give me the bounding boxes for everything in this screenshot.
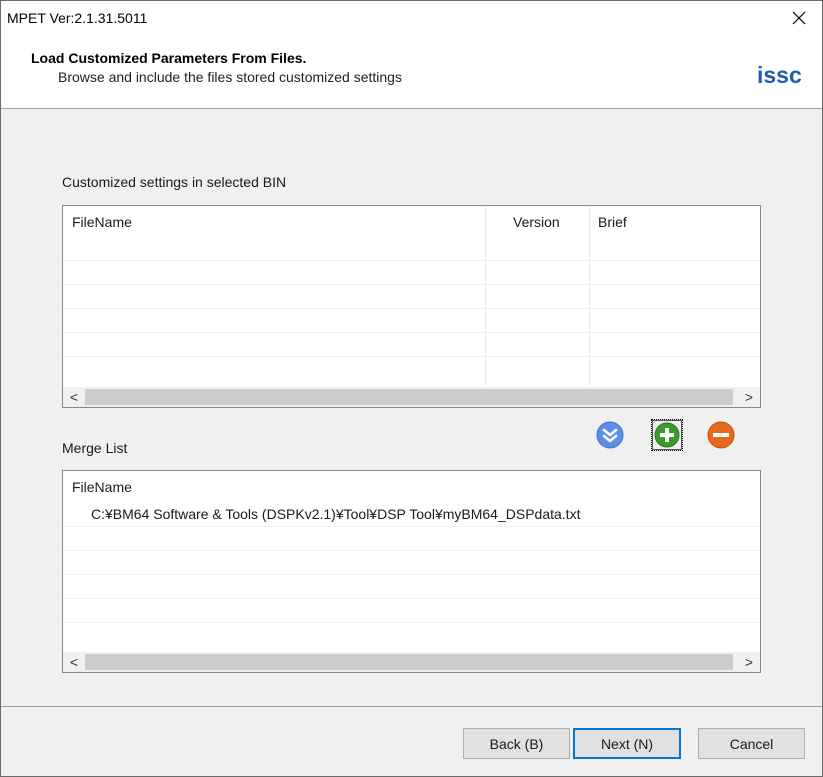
page-title: Load Customized Parameters From Files. bbox=[31, 50, 307, 66]
table-row bbox=[63, 308, 760, 332]
table-row bbox=[63, 526, 760, 550]
down-arrow-icon bbox=[596, 421, 624, 449]
scroll-right-button[interactable]: > bbox=[738, 387, 760, 407]
back-button[interactable]: Back (B) bbox=[463, 728, 570, 759]
scroll-left-button[interactable]: < bbox=[63, 652, 85, 672]
cancel-button[interactable]: Cancel bbox=[698, 728, 805, 759]
issc-logo: issc bbox=[757, 62, 802, 88]
column-header-version[interactable]: Version bbox=[504, 206, 590, 239]
scroll-thumb[interactable] bbox=[85, 389, 733, 405]
column-header-filename[interactable]: FileName bbox=[63, 206, 485, 239]
scroll-right-button[interactable]: > bbox=[738, 652, 760, 672]
table-row bbox=[63, 574, 760, 598]
list-item[interactable]: C:¥BM64 Software & Tools (DSPKv2.1)¥Tool… bbox=[63, 502, 760, 526]
horizontal-scrollbar[interactable]: < > bbox=[63, 387, 760, 407]
list-header: FileName Version Brief bbox=[63, 206, 760, 239]
add-button[interactable] bbox=[651, 419, 683, 451]
column-header-brief[interactable]: Brief bbox=[589, 206, 759, 239]
next-button[interactable]: Next (N) bbox=[573, 728, 681, 759]
wizard-header: Load Customized Parameters From Files. B… bbox=[1, 35, 822, 109]
page-subtitle: Browse and include the files stored cust… bbox=[58, 69, 402, 85]
scroll-left-button[interactable]: < bbox=[63, 387, 85, 407]
close-icon bbox=[792, 11, 806, 25]
wizard-window: MPET Ver:2.1.31.5011 Load Customized Par… bbox=[0, 0, 823, 777]
add-icon bbox=[654, 422, 680, 448]
table-row bbox=[63, 598, 760, 622]
title-bar: MPET Ver:2.1.31.5011 bbox=[1, 1, 822, 35]
list-header: FileName bbox=[63, 471, 760, 503]
scroll-thumb[interactable] bbox=[85, 654, 733, 670]
remove-icon bbox=[707, 421, 735, 449]
table-row bbox=[63, 356, 760, 380]
horizontal-scrollbar[interactable]: < > bbox=[63, 652, 760, 672]
customized-settings-label: Customized settings in selected BIN bbox=[62, 174, 287, 190]
window-title: MPET Ver:2.1.31.5011 bbox=[7, 10, 148, 26]
merge-list-label: Merge List bbox=[62, 440, 128, 456]
column-header-filename[interactable]: FileName bbox=[63, 471, 463, 503]
merge-list[interactable]: FileName C:¥BM64 Software & Tools (DSPKv… bbox=[62, 470, 761, 673]
table-row bbox=[63, 260, 760, 284]
close-button[interactable] bbox=[776, 1, 822, 35]
table-row bbox=[63, 622, 760, 646]
remove-button[interactable] bbox=[705, 419, 737, 451]
footer-divider bbox=[1, 706, 822, 707]
move-down-button[interactable] bbox=[594, 419, 626, 451]
table-row bbox=[63, 332, 760, 356]
table-row bbox=[63, 550, 760, 574]
customized-settings-list[interactable]: FileName Version Brief < > bbox=[62, 205, 761, 408]
table-row bbox=[63, 284, 760, 308]
